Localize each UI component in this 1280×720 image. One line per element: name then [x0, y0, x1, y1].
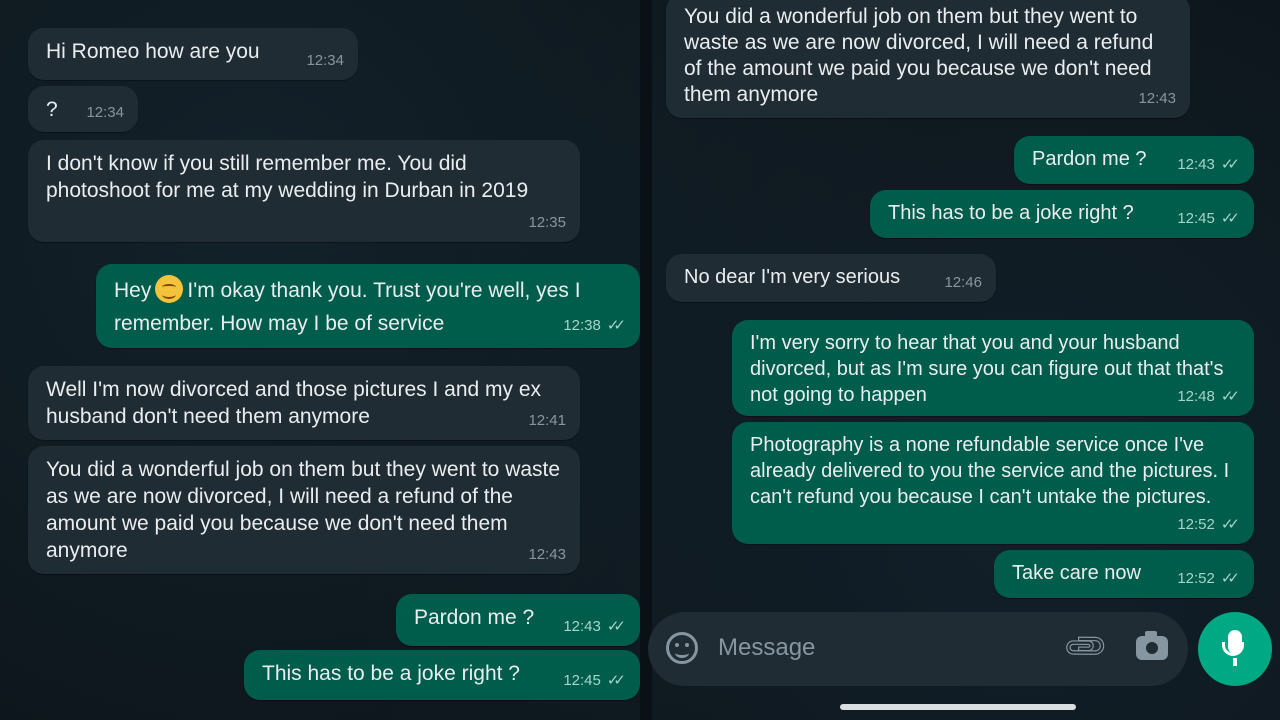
message-outgoing[interactable]: I'm very sorry to hear that you and your… [732, 320, 1254, 416]
message-text: I don't know if you still remember me. Y… [46, 152, 529, 202]
message-input-placeholder[interactable]: Message [718, 634, 815, 662]
message-text: Well I'm now divorced and those pictures… [46, 378, 542, 428]
message-text: Take care now [1012, 562, 1141, 584]
home-indicator[interactable] [840, 704, 1076, 710]
chat-screenshot-composite: Hi Romeo how are you 12:34 ? 12:34 I don… [0, 0, 1280, 720]
message-outgoing[interactable]: Pardon me ? 12:43 ✓✓ [1014, 136, 1254, 184]
message-text: ? [46, 98, 58, 121]
message-text: Pardon me ? [414, 606, 535, 629]
message-incoming[interactable]: Well I'm now divorced and those pictures… [28, 366, 580, 440]
message-outgoing[interactable]: Take care now 12:52 ✓✓ [994, 550, 1254, 598]
message-time: 12:46 [944, 274, 982, 291]
read-ticks-icon: ✓✓ [1220, 156, 1240, 173]
message-time: 12:43 [528, 546, 566, 563]
panel-divider [640, 0, 652, 720]
read-ticks-icon: ✓✓ [606, 618, 626, 635]
message-outgoing[interactable]: Pardon me ? 12:43 ✓✓ [396, 594, 640, 646]
read-ticks-icon: ✓✓ [1220, 516, 1240, 533]
message-text: Hi Romeo how are you [46, 40, 260, 63]
attach-icon[interactable]: 📎︎ [1061, 622, 1111, 673]
emoji-icon[interactable] [666, 632, 698, 664]
smiling-face-emoji-icon [155, 275, 184, 303]
message-time: 12:48 ✓✓ [1177, 384, 1240, 410]
message-time: 12:35 [528, 214, 566, 231]
message-time: 12:45 ✓✓ [1177, 205, 1240, 232]
message-time: 12:52 ✓✓ [1177, 512, 1240, 538]
mic-icon [1222, 630, 1244, 666]
message-text: I'm very sorry to hear that you and your… [750, 332, 1224, 406]
message-incoming[interactable]: ? 12:34 [28, 86, 138, 132]
read-ticks-icon: ✓✓ [606, 672, 626, 689]
left-chat-panel: Hi Romeo how are you 12:34 ? 12:34 I don… [0, 0, 640, 720]
message-incoming[interactable]: You did a wonderful job on them but they… [666, 0, 1190, 118]
message-incoming[interactable]: You did a wonderful job on them but they… [28, 446, 580, 574]
message-time: 12:43 [1138, 90, 1176, 107]
message-text: You did a wonderful job on them but they… [46, 458, 561, 562]
message-outgoing[interactable]: Photography is a none refundable service… [732, 422, 1254, 544]
message-outgoing[interactable]: Hey I'm okay thank you. Trust you're well… [96, 264, 640, 348]
read-ticks-icon: ✓✓ [1220, 570, 1240, 587]
message-text: Hey I'm okay thank you. Trust you're well… [114, 275, 581, 335]
read-ticks-icon: ✓✓ [1220, 388, 1240, 405]
message-outgoing[interactable]: This has to be a joke right ? 12:45 ✓✓ [244, 650, 640, 700]
message-text: Pardon me ? [1032, 148, 1147, 170]
message-incoming[interactable]: No dear I'm very serious 12:46 [666, 254, 996, 302]
message-text: No dear I'm very serious [684, 266, 901, 288]
read-ticks-icon: ✓✓ [1220, 210, 1240, 227]
message-time: 12:43 ✓✓ [1177, 151, 1240, 178]
message-time: 12:43 ✓✓ [563, 613, 626, 640]
read-ticks-icon: ✓✓ [606, 317, 626, 334]
message-outgoing[interactable]: This has to be a joke right ? 12:45 ✓✓ [870, 190, 1254, 238]
message-time: 12:34 [86, 104, 124, 121]
message-composer[interactable]: Message 📎︎ [648, 612, 1188, 686]
message-incoming[interactable]: Hi Romeo how are you 12:34 [28, 28, 358, 80]
message-text: You did a wonderful job on them but they… [684, 5, 1154, 106]
message-time: 12:45 ✓✓ [563, 667, 626, 694]
message-time: 12:41 [528, 412, 566, 429]
message-text: This has to be a joke right ? [262, 662, 520, 685]
message-text: Photography is a none refundable service… [750, 434, 1230, 508]
camera-icon[interactable] [1136, 631, 1168, 660]
voice-message-button[interactable] [1198, 612, 1272, 686]
message-time: 12:38 ✓✓ [563, 309, 626, 342]
message-time: 12:52 ✓✓ [1177, 565, 1240, 592]
message-text: This has to be a joke right ? [888, 202, 1134, 224]
message-time: 12:34 [306, 52, 344, 69]
message-incoming[interactable]: I don't know if you still remember me. Y… [28, 140, 580, 242]
